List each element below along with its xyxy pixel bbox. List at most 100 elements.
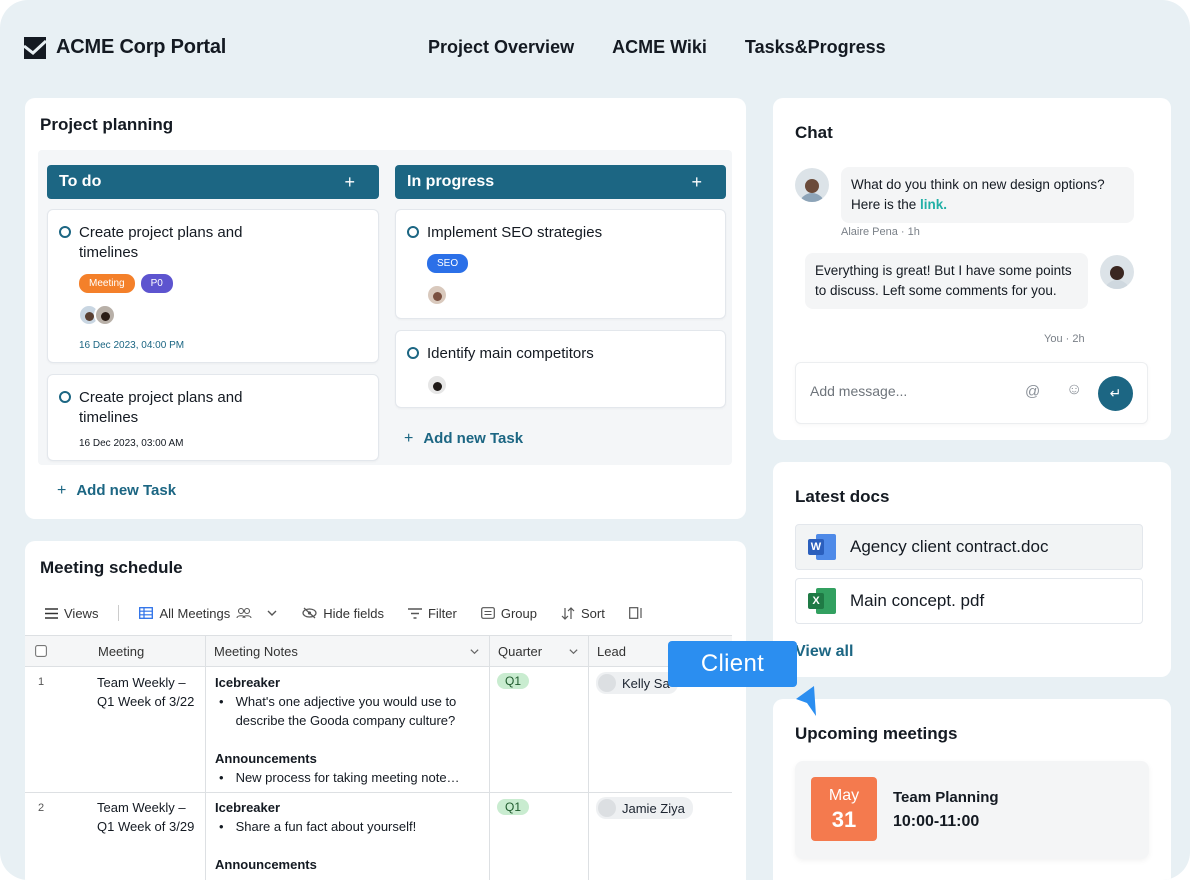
row-height-button[interactable] [628,607,643,619]
calendar-month: May [828,787,860,804]
sort-button[interactable]: Sort [561,606,605,621]
message-text: What do you think on new design options?… [851,177,1105,212]
column-divider [205,635,206,880]
task-card[interactable]: Create project plans and timelines Meeti… [47,209,379,363]
column-divider [588,635,589,880]
filter-icon [407,607,422,619]
toolbar-divider [118,605,120,621]
upcoming-meetings-panel: Upcoming meetings May 31 Team Planning 1… [773,699,1171,880]
eye-slash-icon [302,607,317,619]
plus-icon: + [404,430,414,447]
message-input[interactable] [810,383,980,399]
column-header-meeting[interactable]: Meeting [98,636,144,666]
add-new-task-in-progress[interactable]: + Add new Task [404,430,523,448]
chevron-down-icon[interactable] [469,646,480,657]
all-meetings-view[interactable]: All Meetings [139,606,278,621]
people-icon [236,607,252,619]
sort-icon [561,606,575,620]
task-title: Identify main competitors [427,345,594,362]
quarter-tag: Q1 [497,673,530,689]
meeting-name[interactable]: Team Weekly – Q1 Week of 3/29 [97,798,202,836]
send-icon: ↵ [1109,385,1122,401]
task-status-circle-icon[interactable] [407,226,419,238]
add-card-icon[interactable]: + [344,172,355,193]
chevron-down-icon[interactable] [266,607,278,619]
group-button[interactable]: Group [480,605,537,621]
chat-panel: Chat What do you think on new design opt… [773,98,1171,440]
tag-priority: P0 [140,274,173,293]
lead-chip[interactable]: Kelly Sa [596,672,678,694]
task-status-circle-icon[interactable] [407,347,419,359]
column-header-in-progress: In progress + [395,165,726,199]
nav-acme-wiki[interactable]: ACME Wiki [612,37,707,58]
avatar[interactable] [426,284,448,306]
message-composer: @ ☺ ↵ [795,362,1148,424]
views-button[interactable]: Views [45,606,98,621]
message-link[interactable]: link. [920,197,947,212]
add-card-icon[interactable]: + [691,172,702,193]
all-meetings-label: All Meetings [159,605,231,621]
column-header-lead[interactable]: Lead [597,636,626,666]
task-title: Create project plans and timelines [79,389,243,426]
doc-item[interactable]: X Main concept. pdf [795,578,1143,624]
meeting-time: 10:00-11:00 [893,813,980,830]
grid-toolbar: Views All Meetings Hide fields Filter Gr… [45,605,667,621]
avatar[interactable] [426,374,448,396]
group-label: Group [500,605,537,621]
avatar[interactable] [795,168,829,202]
message-meta: You · 2h [1044,333,1085,345]
task-status-circle-icon[interactable] [59,226,71,238]
meeting-notes[interactable]: Icebreaker • What's one adjective you wou… [215,673,485,787]
task-card[interactable]: Implement SEO strategies SEO [395,209,726,319]
notes-heading: Icebreaker [215,800,281,815]
lead-name: Jamie Ziya [622,800,685,816]
doc-item[interactable]: W Agency client contract.doc [795,524,1143,570]
meeting-schedule-panel: Meeting schedule Views All Meetings Hide… [25,541,746,880]
notes-bullet: • What's one adjective you would use to d… [219,694,457,728]
meeting-schedule-title: Meeting schedule [40,558,183,577]
select-all-checkbox[interactable] [35,645,47,657]
word-icon: W [808,534,836,560]
avatar-placeholder-icon [598,674,616,692]
chat-message-incoming: What do you think on new design options?… [841,167,1134,223]
column-header-notes[interactable]: Meeting Notes [214,636,298,666]
client-cursor-label: Client [668,641,797,687]
tag-meeting: Meeting [79,274,135,293]
assignees [426,374,448,396]
task-card[interactable]: Identify main competitors [395,330,726,408]
send-button[interactable]: ↵ [1098,376,1133,411]
column-divider [489,635,490,880]
meeting-notes[interactable]: Icebreaker • Share a fun fact about yours… [215,798,485,874]
add-new-task-todo[interactable]: + Add new Task [57,482,176,500]
quarter-tag: Q1 [497,799,530,815]
menu-icon [45,607,58,619]
plus-icon: + [57,482,67,499]
row-number: 1 [38,676,45,688]
avatar[interactable] [94,304,116,326]
emoji-icon[interactable]: ☺ [1066,381,1082,399]
brand[interactable]: ACME Corp Portal [24,36,226,59]
task-card[interactable]: Create project plans and timelines 16 De… [47,374,379,461]
view-all-link[interactable]: View all [795,643,853,661]
hide-fields-button[interactable]: Hide fields [302,606,384,621]
pointer-cursor-icon [796,686,816,716]
bullet-icon: • [219,819,224,834]
avatar[interactable] [1100,255,1134,289]
nav-tasks-progress[interactable]: Tasks&Progress [745,37,886,58]
calendar-day: 31 [831,807,857,832]
column-header-quarter[interactable]: Quarter [498,636,542,666]
lead-chip[interactable]: Jamie Ziya [596,797,693,819]
task-tags: SEO [427,254,469,273]
task-status-circle-icon[interactable] [59,391,71,403]
message-meta: Alaire Pena · 1h [841,226,920,238]
lead-name: Kelly Sa [622,675,670,691]
meeting-card[interactable]: May 31 Team Planning 10:00-11:00 [795,761,1149,859]
views-label: Views [64,605,99,621]
doc-name: Agency client contract.doc [850,537,1049,556]
chevron-down-icon[interactable] [568,646,579,657]
filter-button[interactable]: Filter [407,606,457,621]
mention-icon[interactable]: @ [1025,383,1040,400]
meeting-name[interactable]: Team Weekly – Q1 Week of 3/22 [97,673,202,711]
top-nav: Project Overview ACME Wiki Tasks&Progres… [428,37,886,58]
nav-project-overview[interactable]: Project Overview [428,37,574,58]
